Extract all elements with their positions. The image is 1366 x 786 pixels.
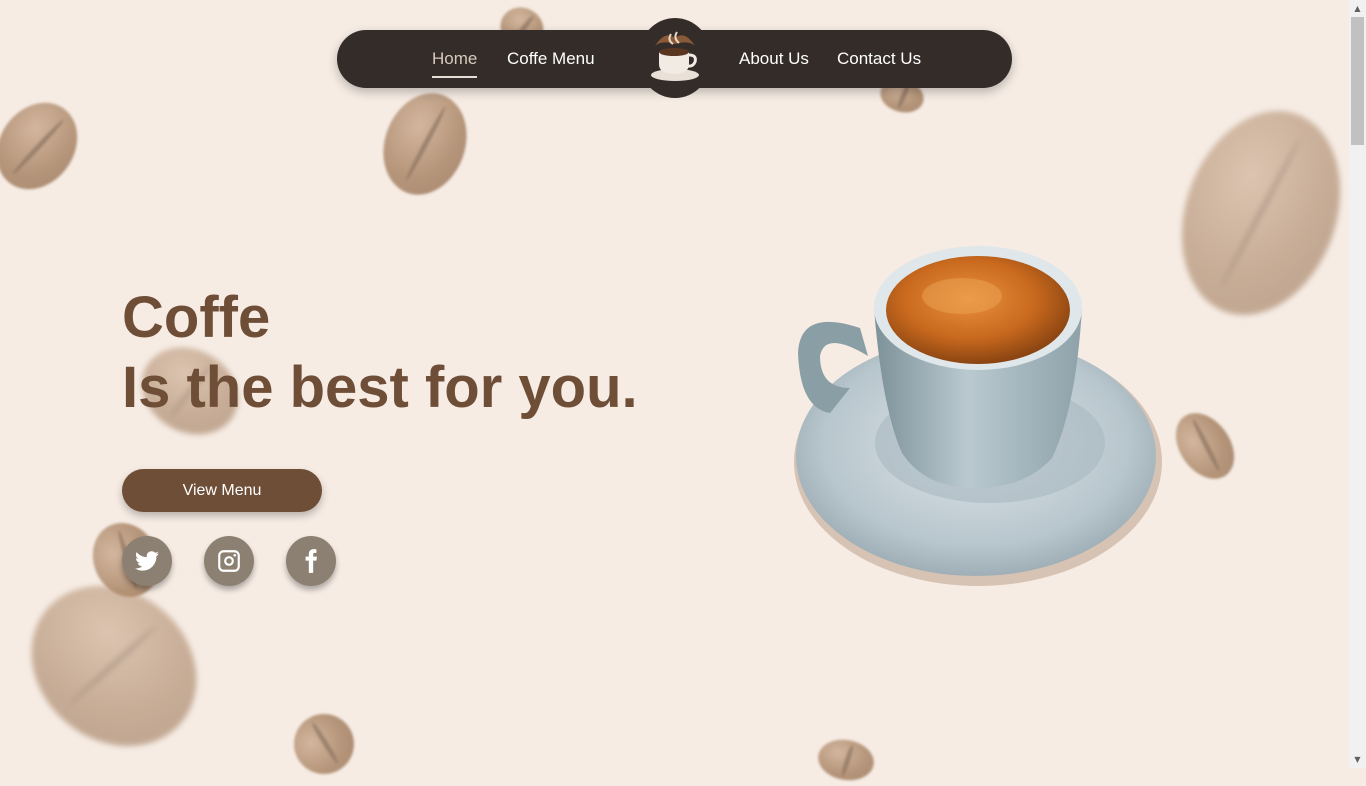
nav-about-us-link[interactable]: About Us: [739, 49, 809, 69]
espresso-cup-image: [794, 246, 1162, 586]
scroll-thumb[interactable]: [1351, 17, 1364, 145]
instagram-button[interactable]: [204, 536, 254, 586]
vertical-scrollbar[interactable]: ▲ ▼: [1349, 0, 1366, 768]
nav-coffe-menu-link[interactable]: Coffe Menu: [507, 49, 595, 69]
scroll-down-arrow-icon[interactable]: ▼: [1349, 751, 1366, 768]
coffee-cup-logo-icon[interactable]: [638, 18, 712, 98]
view-menu-button[interactable]: View Menu: [122, 469, 322, 512]
nav-contact-us-link[interactable]: Contact Us: [837, 49, 921, 69]
hero-title-line2: Is the best for you.: [122, 355, 638, 420]
nav-home-link[interactable]: Home: [432, 49, 478, 78]
hero-title-line1: Coffe: [122, 285, 271, 350]
twitter-button[interactable]: [122, 536, 172, 586]
twitter-icon: [135, 551, 159, 571]
facebook-button[interactable]: [286, 536, 336, 586]
scroll-up-arrow-icon[interactable]: ▲: [1349, 0, 1366, 17]
instagram-icon: [218, 550, 240, 572]
facebook-icon: [305, 549, 317, 573]
